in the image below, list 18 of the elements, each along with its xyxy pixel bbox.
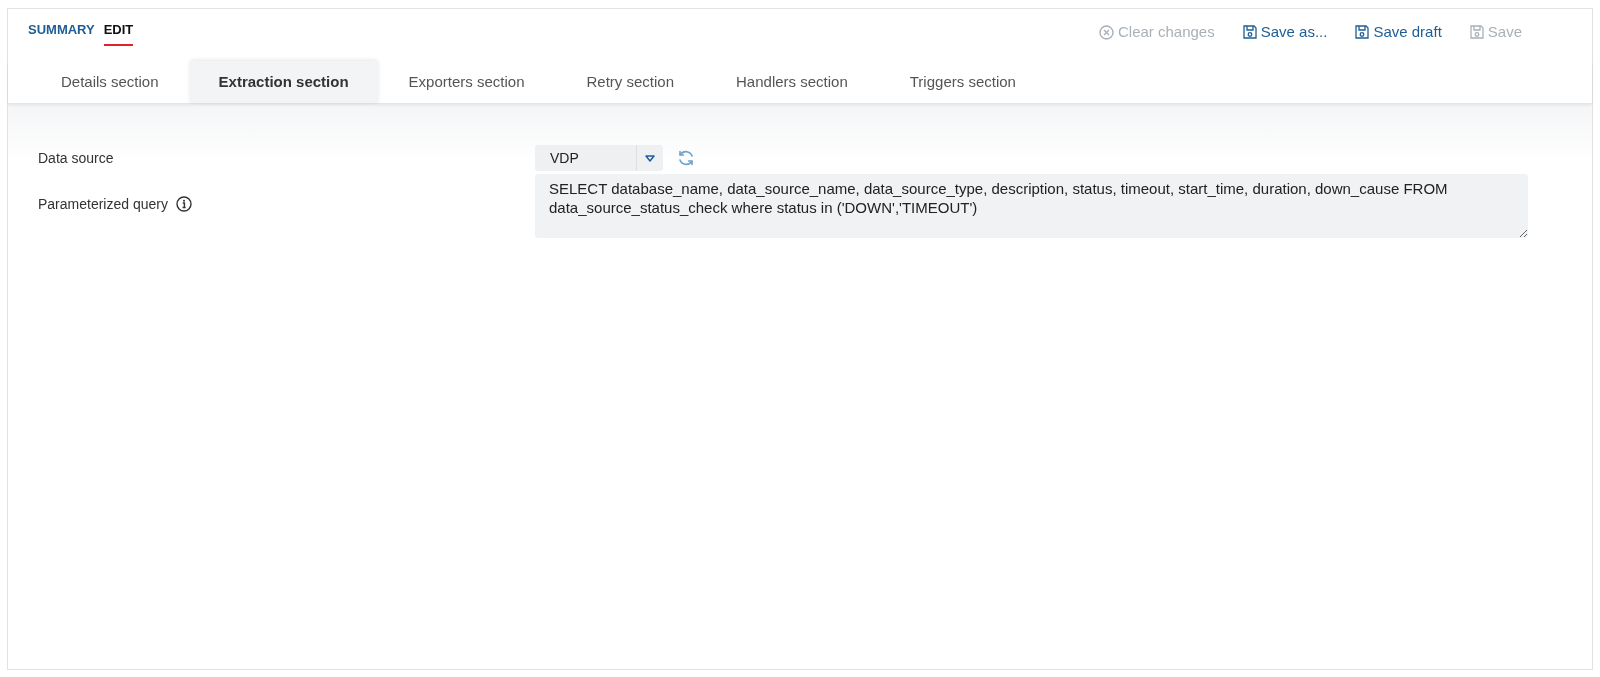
nav-tab[interactable]: SUMMARY [28, 20, 95, 46]
refresh-icon[interactable] [677, 149, 695, 167]
section-tab[interactable]: Details section [30, 61, 190, 103]
save-button[interactable]: Save draft [1355, 21, 1442, 44]
section-tab[interactable]: Exporters section [377, 61, 556, 103]
caret-icon [645, 154, 655, 162]
section-tab[interactable]: Handlers section [705, 61, 879, 103]
section-tab[interactable]: Retry section [555, 61, 706, 103]
nav-tab[interactable]: EDIT [103, 20, 134, 46]
close-icon [1099, 24, 1114, 40]
section-tab[interactable]: Triggers section [878, 61, 1047, 103]
save-button[interactable]: Save as... [1242, 21, 1328, 44]
section-tab[interactable]: Extraction section [189, 61, 378, 103]
field-label: Data source [38, 148, 115, 168]
dropdown[interactable]: VDP [535, 145, 663, 171]
info-icon[interactable] [175, 196, 192, 212]
query-field[interactable]: SELECT database_name, data_source_name, data_source_type, description, status, timeout, start_time, duration, down_cause FROM data_source_status_check where status in ('DOWN','TIMEOUT') [535, 174, 1528, 238]
field-label: Parameterized query [38, 194, 168, 214]
